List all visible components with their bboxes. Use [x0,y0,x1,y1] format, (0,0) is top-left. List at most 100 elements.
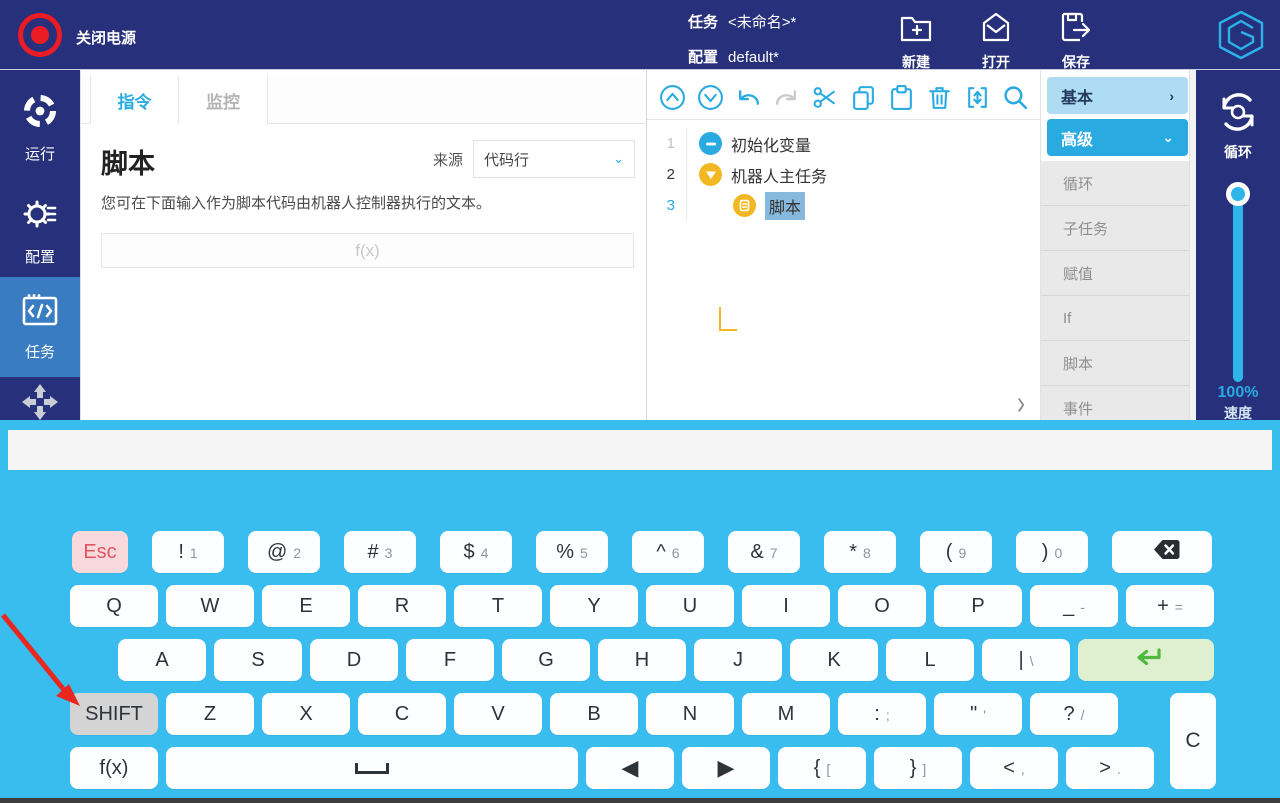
key-k[interactable]: K [790,639,878,681]
tree-row-main-task[interactable]: 2 机器人主任务 [647,159,1041,190]
key-space[interactable] [166,747,578,789]
key-brace-close[interactable]: }] [874,747,962,789]
key-underscore[interactable]: _- [1030,585,1118,627]
tree-row-script[interactable]: 3 脚本 [647,190,1041,221]
key-quote[interactable]: "' [934,693,1022,735]
chevron-down-icon: ⌄ [613,151,624,167]
arrow-right-icon: ▶ [718,755,735,781]
sidebar-item-config[interactable]: 配置 [0,195,80,267]
key-d[interactable]: D [310,639,398,681]
key-m[interactable]: M [742,693,830,735]
onscreen-keyboard: Esc !1 @2 #3 $4 %5 ^6 &7 *8 (9 )0 Q W E … [0,420,1280,798]
key-i[interactable]: I [742,585,830,627]
redo-icon[interactable] [773,84,800,111]
config-name-row: 配置default* [688,46,779,67]
key-s[interactable]: S [214,639,302,681]
command-item-script[interactable]: 脚本 [1041,341,1189,386]
key-r[interactable]: R [358,585,446,627]
key-1[interactable]: !1 [152,531,224,573]
key-esc[interactable]: Esc [72,531,128,573]
key-pipe[interactable]: |\ [982,639,1070,681]
replace-icon[interactable] [964,84,991,111]
key-c[interactable]: C [358,693,446,735]
speed-slider-track[interactable] [1233,186,1243,382]
move-down-icon[interactable] [697,84,724,111]
move-up-icon[interactable] [659,84,686,111]
copy-icon[interactable] [850,84,877,111]
key-greater-than[interactable]: >. [1066,747,1154,789]
key-b[interactable]: B [550,693,638,735]
key-less-than[interactable]: <, [970,747,1058,789]
key-q[interactable]: Q [70,585,158,627]
cut-icon[interactable] [811,84,838,111]
key-colon[interactable]: :; [838,693,926,735]
key-0[interactable]: )0 [1016,531,1088,573]
key-u[interactable]: U [646,585,734,627]
key-6[interactable]: ^6 [632,531,704,573]
key-9[interactable]: (9 [920,531,992,573]
search-icon[interactable] [1002,84,1029,111]
sidebar-item-move[interactable] [0,382,80,420]
key-question[interactable]: ?/ [1030,693,1118,735]
key-enter[interactable] [1078,639,1214,681]
delete-icon[interactable] [926,84,953,111]
save-task-button[interactable]: 保存 [1040,10,1112,72]
page-title: 脚本 [101,142,155,181]
loop-mode-button[interactable] [1216,90,1260,139]
key-p[interactable]: P [934,585,1022,627]
key-g[interactable]: G [502,639,590,681]
command-group-advanced[interactable]: 高级 ⌄ [1047,119,1188,156]
key-shift[interactable]: SHIFT [70,693,158,735]
source-dropdown[interactable]: 代码行 ⌄ [473,140,635,178]
sidebar-item-run[interactable]: 运行 [0,92,80,164]
key-2[interactable]: @2 [248,531,320,573]
key-5[interactable]: %5 [536,531,608,573]
key-z[interactable]: Z [166,693,254,735]
key-y[interactable]: Y [550,585,638,627]
paste-icon[interactable] [888,84,915,111]
key-3[interactable]: #3 [344,531,416,573]
key-t[interactable]: T [454,585,542,627]
key-backspace[interactable] [1112,531,1212,573]
key-o[interactable]: O [838,585,926,627]
tree-row-init-vars[interactable]: 1 初始化变量 [647,128,1041,159]
undo-icon[interactable] [735,84,762,111]
key-4[interactable]: $4 [440,531,512,573]
new-task-button[interactable]: 新建 [880,10,952,72]
key-a[interactable]: A [118,639,206,681]
key-n[interactable]: N [646,693,734,735]
key-brace-open[interactable]: {[ [778,747,866,789]
key-f[interactable]: F [406,639,494,681]
command-scrollbar[interactable] [1189,70,1196,420]
script-expression-input[interactable] [101,233,634,268]
command-group-basic[interactable]: 基本 › [1047,77,1188,114]
command-item-assign[interactable]: 赋值 [1041,251,1189,296]
key-fx[interactable]: f(x) [70,747,158,789]
key-7[interactable]: &7 [728,531,800,573]
sidebar-item-task[interactable]: 任务 [0,277,80,377]
tab-monitor[interactable]: 监控 [179,76,268,124]
keyboard-text-input[interactable] [8,430,1272,470]
speed-slider-thumb[interactable] [1226,182,1250,206]
command-item-subtask[interactable]: 子任务 [1041,206,1189,251]
key-e[interactable]: E [262,585,350,627]
tab-instruction[interactable]: 指令 [90,76,179,124]
key-h[interactable]: H [598,639,686,681]
key-l[interactable]: L [886,639,974,681]
command-item-event[interactable]: 事件 [1041,386,1189,420]
power-button[interactable] [18,13,62,57]
key-v[interactable]: V [454,693,542,735]
key-arrow-left[interactable]: ◀ [586,747,674,789]
key-c-side[interactable]: C [1170,693,1216,789]
command-item-loop[interactable]: 循环 [1041,161,1189,206]
command-item-if[interactable]: If [1041,296,1189,341]
open-task-button[interactable]: 打开 [960,10,1032,72]
key-w[interactable]: W [166,585,254,627]
key-plus[interactable]: += [1126,585,1214,627]
key-j[interactable]: J [694,639,782,681]
key-arrow-right[interactable]: ▶ [682,747,770,789]
panel-collapse-chevron[interactable]: › [1017,384,1025,420]
key-x[interactable]: X [262,693,350,735]
key-8[interactable]: *8 [824,531,896,573]
script-description: 您可在下面输入作为脚本代码由机器人控制器执行的文本。 [101,192,491,213]
